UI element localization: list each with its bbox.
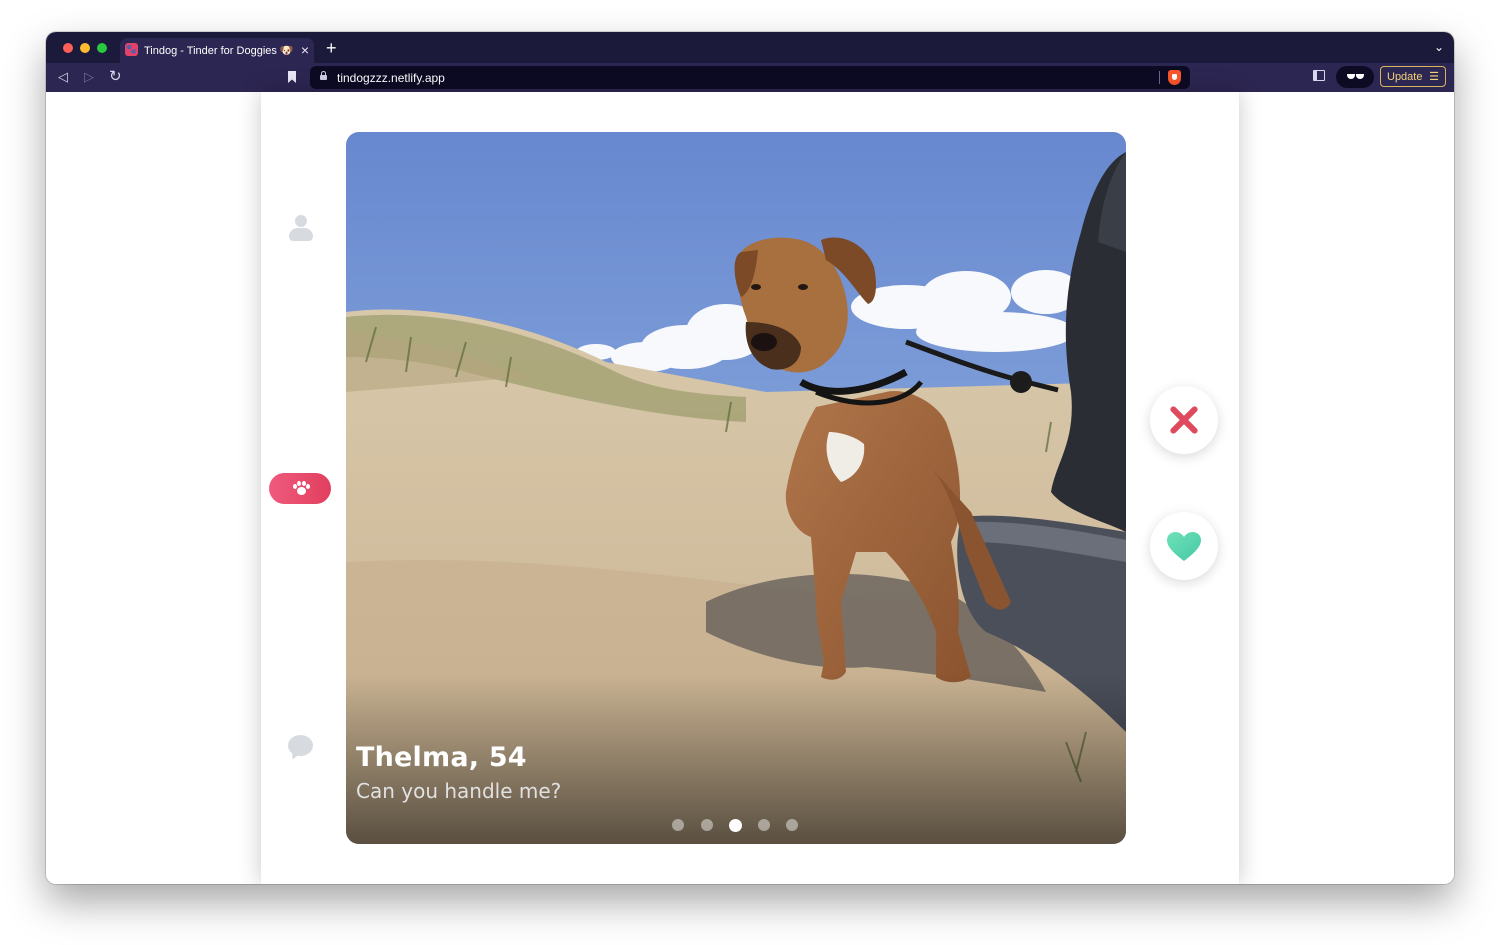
menu-icon: ☰ bbox=[1429, 71, 1439, 83]
photo-dot[interactable] bbox=[672, 819, 684, 831]
close-window-button[interactable] bbox=[63, 43, 73, 53]
heart-icon bbox=[1167, 532, 1201, 561]
lock-icon bbox=[320, 71, 327, 80]
photo-dot[interactable] bbox=[786, 819, 798, 831]
sidebar-icon[interactable] bbox=[1313, 70, 1325, 81]
paw-favicon-icon: 🐾 bbox=[125, 43, 138, 56]
maximize-window-button[interactable] bbox=[97, 43, 107, 53]
browser-window: 🐾 Tindog - Tinder for Doggies 🐶 × + ⌄ ◁ … bbox=[46, 32, 1454, 884]
paw-icon bbox=[293, 481, 310, 496]
close-icon bbox=[1168, 404, 1200, 436]
bookmark-icon[interactable] bbox=[287, 71, 297, 84]
wallet-icon[interactable] bbox=[1336, 66, 1374, 88]
nope-button[interactable] bbox=[1150, 386, 1218, 454]
chat-icon[interactable] bbox=[288, 735, 314, 762]
profile-name: Thelma, 54 bbox=[356, 742, 527, 773]
url-text: tindogzzz.netlify.app bbox=[337, 71, 445, 85]
back-icon[interactable]: ◁ bbox=[58, 68, 68, 86]
profile-bio: Can you handle me? bbox=[356, 779, 562, 803]
chevron-down-icon[interactable]: ⌄ bbox=[1434, 40, 1444, 54]
profile-card[interactable]: Thelma, 54 Can you handle me? bbox=[346, 132, 1126, 844]
swipe-tab-button[interactable] bbox=[269, 473, 331, 504]
url-separator bbox=[1159, 71, 1160, 84]
active-tab[interactable]: 🐾 Tindog - Tinder for Doggies 🐶 × bbox=[120, 38, 314, 63]
photo-dot[interactable] bbox=[700, 819, 713, 831]
update-label: Update bbox=[1387, 71, 1423, 83]
browser-toolbar: ◁ ▷ ↻ tindogzzz.netlify.app Update ☰ bbox=[46, 63, 1454, 92]
new-tab-button[interactable]: + bbox=[326, 38, 337, 58]
close-tab-icon[interactable]: × bbox=[301, 41, 309, 59]
tab-bar: 🐾 Tindog - Tinder for Doggies 🐶 × + ⌄ bbox=[46, 32, 1454, 63]
photo-dot[interactable] bbox=[757, 819, 770, 831]
address-bar[interactable]: tindogzzz.netlify.app bbox=[310, 66, 1190, 89]
update-button[interactable]: Update ☰ bbox=[1380, 66, 1446, 87]
brave-shield-icon[interactable] bbox=[1168, 70, 1181, 85]
photo-dot[interactable] bbox=[729, 818, 742, 832]
reload-icon[interactable]: ↻ bbox=[109, 68, 122, 86]
page-viewport: Thelma, 54 Can you handle me? bbox=[46, 92, 1454, 884]
forward-icon[interactable]: ▷ bbox=[84, 68, 94, 86]
minimize-window-button[interactable] bbox=[80, 43, 90, 53]
tab-title: Tindog - Tinder for Doggies 🐶 bbox=[144, 45, 294, 57]
user-icon[interactable] bbox=[288, 215, 314, 243]
like-button[interactable] bbox=[1150, 512, 1218, 580]
